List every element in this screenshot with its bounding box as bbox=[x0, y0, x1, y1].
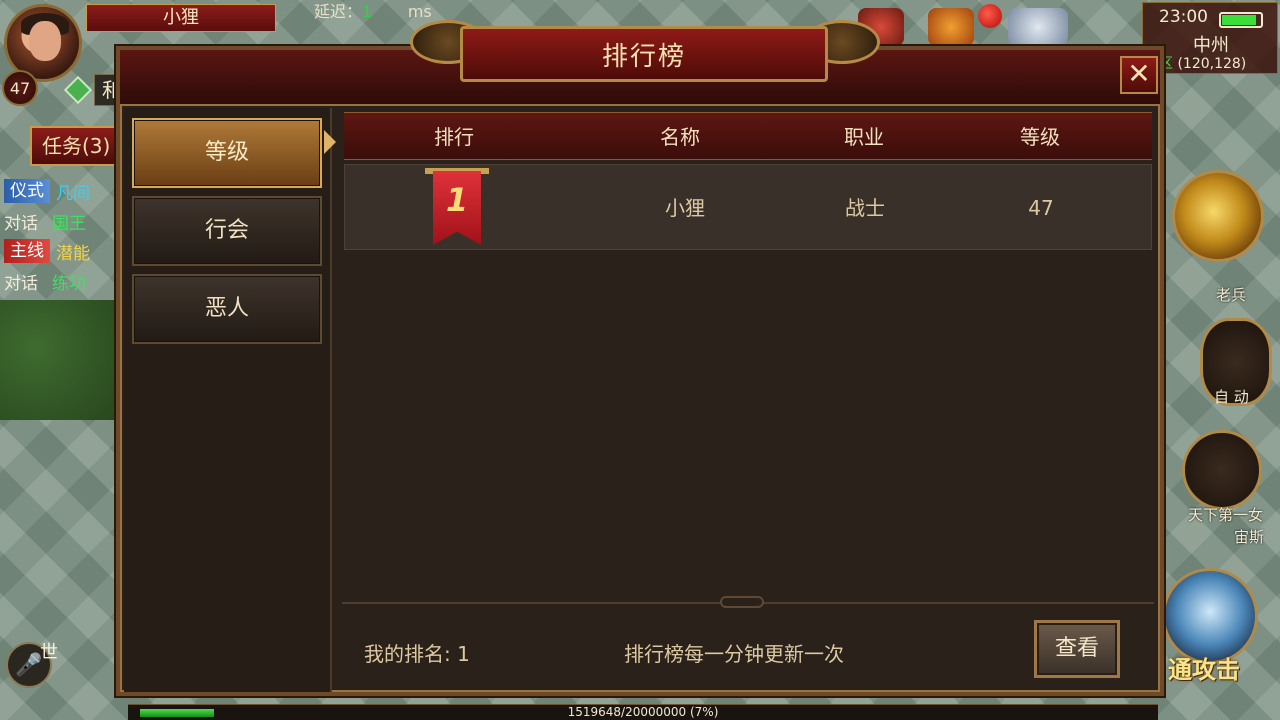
dialog-title: 排行榜 bbox=[460, 26, 828, 82]
view-button[interactable]: 查看 bbox=[1034, 620, 1120, 678]
battery-fill bbox=[1222, 15, 1257, 25]
category-villain-button[interactable]: 恶人 bbox=[132, 274, 322, 344]
gift-box-icon[interactable] bbox=[928, 8, 974, 46]
npc-name-zhousi: 宙斯 bbox=[1234, 528, 1265, 546]
quest-row[interactable]: 仪式 凡间 bbox=[4, 176, 124, 206]
quest-target: 国王 bbox=[52, 213, 86, 234]
chat-channel[interactable]: 世 bbox=[40, 638, 58, 664]
quest-action: 对话 bbox=[4, 273, 38, 294]
category-level-button[interactable]: 等级 bbox=[132, 118, 322, 188]
category-guild-button[interactable]: 行会 bbox=[132, 196, 322, 266]
event-icons bbox=[858, 2, 1098, 46]
quest-tag: 主线 bbox=[4, 239, 50, 263]
latency-label: 延迟： bbox=[314, 2, 363, 21]
quest-action: 对话 bbox=[4, 213, 38, 234]
update-note: 排行榜每一分钟更新一次 bbox=[624, 642, 844, 666]
attack-label: 通攻击 bbox=[1168, 656, 1240, 684]
my-rank-text: 我的排名: 1 bbox=[364, 642, 470, 666]
battery-icon bbox=[1219, 12, 1263, 28]
auto-label[interactable]: 自 动 bbox=[1214, 386, 1249, 407]
treasure-skill-icon[interactable] bbox=[1172, 170, 1264, 262]
quest-row[interactable]: 主线 潜能 bbox=[4, 236, 124, 266]
divider-ornament-icon bbox=[720, 596, 764, 608]
column-name: 名称 bbox=[660, 125, 700, 149]
clock: 23:00 bbox=[1159, 7, 1208, 27]
column-level: 等级 bbox=[1020, 125, 1060, 149]
active-arrow-icon bbox=[324, 130, 336, 154]
quest-title: 凡间 bbox=[56, 183, 90, 204]
coord-value: (120,128) bbox=[1177, 56, 1247, 72]
skill-slot-icon[interactable] bbox=[1182, 430, 1262, 510]
npc-name-laobing: 老兵 bbox=[1216, 286, 1247, 304]
avatar-face bbox=[29, 21, 61, 61]
quest-button[interactable]: 任务(3) bbox=[30, 126, 130, 166]
close-icon[interactable]: ✕ bbox=[1120, 56, 1158, 94]
quest-row[interactable]: 对话 国王 bbox=[4, 206, 124, 236]
column-rank: 排行 bbox=[434, 125, 474, 149]
rank-number: 1 bbox=[445, 181, 469, 219]
exp-text: 1519648/20000000 (7%) bbox=[567, 705, 719, 719]
ranking-dialog: 排行榜 ✕ 等级 行会 恶人 排行 名称 职业 等级 1 小狸 战士 47 我的… bbox=[116, 20, 1164, 696]
quest-tag: 仪式 bbox=[4, 179, 50, 203]
cell-level: 47 bbox=[1028, 196, 1054, 220]
quest-target: 练功 bbox=[52, 273, 86, 294]
exp-bar: 1519648/20000000 (7%) bbox=[128, 704, 1158, 720]
player-level-badge: 47 bbox=[2, 70, 38, 106]
cell-class: 战士 bbox=[845, 196, 885, 220]
npc-name-tianxia: 天下第一女 bbox=[1188, 506, 1264, 524]
quest-row[interactable]: 对话 练功 bbox=[4, 266, 124, 296]
player-name-plate: 小狸 bbox=[86, 4, 276, 32]
quest-list: 仪式 凡间 对话 国王 主线 潜能 对话 练功 bbox=[4, 176, 124, 296]
cell-name: 小狸 bbox=[665, 196, 705, 220]
category-panel: 等级 行会 恶人 bbox=[124, 108, 336, 692]
table-header: 排行 名称 职业 等级 bbox=[344, 112, 1152, 160]
treasure-icon[interactable] bbox=[1008, 8, 1068, 46]
latency-value: 1 bbox=[362, 2, 373, 21]
notification-dot-icon bbox=[978, 4, 1002, 28]
latency-unit: ms bbox=[407, 2, 432, 21]
column-class: 职业 bbox=[844, 125, 884, 149]
minimap-grass bbox=[0, 300, 120, 420]
table-row[interactable]: 1 小狸 战士 47 bbox=[344, 164, 1152, 250]
quest-title: 潜能 bbox=[56, 243, 90, 264]
latency-readout: 延迟：1 ms bbox=[314, 0, 432, 22]
